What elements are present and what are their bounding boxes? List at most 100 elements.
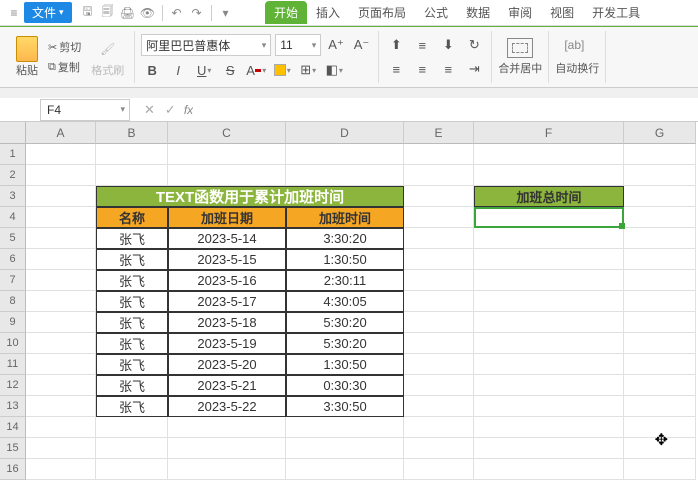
fx-icon[interactable]: fx: [184, 103, 193, 117]
cell[interactable]: 张飞: [96, 375, 168, 396]
cell[interactable]: [96, 417, 168, 438]
row-header[interactable]: 5: [0, 228, 26, 249]
row-header[interactable]: 6: [0, 249, 26, 270]
cell[interactable]: [624, 396, 696, 417]
cell[interactable]: [474, 207, 624, 228]
cell[interactable]: [474, 354, 624, 375]
cell[interactable]: [624, 249, 696, 270]
strike-button[interactable]: S: [219, 60, 241, 80]
cell[interactable]: [404, 228, 474, 249]
cell[interactable]: 名称: [96, 207, 168, 228]
cell[interactable]: [96, 459, 168, 480]
merge-center-icon[interactable]: [507, 38, 533, 58]
cell[interactable]: 5:30:20: [286, 312, 404, 333]
cell[interactable]: [624, 270, 696, 291]
cell[interactable]: [26, 396, 96, 417]
font-size-combo[interactable]: 11: [275, 34, 321, 56]
cell[interactable]: [624, 354, 696, 375]
align-middle-icon[interactable]: ≡: [411, 35, 433, 55]
cell[interactable]: 加班时间: [286, 207, 404, 228]
cell[interactable]: [624, 312, 696, 333]
col-header[interactable]: C: [168, 122, 286, 144]
align-left-icon[interactable]: ≡: [385, 59, 407, 79]
cut-button[interactable]: ✂剪切: [46, 38, 83, 56]
cell[interactable]: 2023-5-15: [168, 249, 286, 270]
align-right-icon[interactable]: ≡: [437, 59, 459, 79]
cell[interactable]: [404, 459, 474, 480]
row-header[interactable]: 10: [0, 333, 26, 354]
cell[interactable]: 加班总时间: [474, 186, 624, 207]
formula-input[interactable]: [193, 99, 698, 121]
cell[interactable]: [404, 312, 474, 333]
cell[interactable]: 2023-5-22: [168, 396, 286, 417]
cell[interactable]: [286, 417, 404, 438]
row-header[interactable]: 3: [0, 186, 26, 207]
font-color-button[interactable]: A: [245, 60, 267, 80]
row-header[interactable]: 7: [0, 270, 26, 291]
row-header[interactable]: 4: [0, 207, 26, 228]
cell[interactable]: 张飞: [96, 354, 168, 375]
cell[interactable]: 2023-5-19: [168, 333, 286, 354]
format-painter-label[interactable]: 格式刷: [91, 62, 124, 78]
cell[interactable]: 2023-5-20: [168, 354, 286, 375]
cell[interactable]: [474, 291, 624, 312]
italic-button[interactable]: I: [167, 60, 189, 80]
cell[interactable]: [96, 144, 168, 165]
cell[interactable]: 张飞: [96, 333, 168, 354]
row-header[interactable]: 9: [0, 312, 26, 333]
cell[interactable]: [404, 438, 474, 459]
cell[interactable]: [168, 459, 286, 480]
cell[interactable]: [26, 165, 96, 186]
border-button[interactable]: ⊞: [297, 60, 319, 80]
cell[interactable]: [474, 270, 624, 291]
row-header[interactable]: 1: [0, 144, 26, 165]
cell[interactable]: [26, 354, 96, 375]
orientation-icon[interactable]: ↻: [463, 35, 485, 55]
paste-icon[interactable]: [16, 36, 38, 62]
cell[interactable]: [624, 375, 696, 396]
cell[interactable]: [26, 291, 96, 312]
cell[interactable]: 2023-5-16: [168, 270, 286, 291]
row-header[interactable]: 15: [0, 438, 26, 459]
cell[interactable]: [404, 144, 474, 165]
cell[interactable]: [96, 438, 168, 459]
cell[interactable]: [474, 417, 624, 438]
cell[interactable]: [474, 459, 624, 480]
cell[interactable]: [624, 291, 696, 312]
cell[interactable]: [26, 312, 96, 333]
cell[interactable]: 3:30:20: [286, 228, 404, 249]
row-header[interactable]: 8: [0, 291, 26, 312]
col-header[interactable]: B: [96, 122, 168, 144]
spreadsheet-grid[interactable]: A B C D E F G 12345678910111213141516 TE…: [0, 122, 698, 480]
cell[interactable]: [474, 438, 624, 459]
cell[interactable]: 3:30:50: [286, 396, 404, 417]
tab-view[interactable]: 视图: [541, 1, 583, 24]
cell[interactable]: [404, 396, 474, 417]
row-header[interactable]: 12: [0, 375, 26, 396]
cell[interactable]: 5:30:20: [286, 333, 404, 354]
indent-icon[interactable]: ⇥: [463, 59, 485, 79]
cell[interactable]: 加班日期: [168, 207, 286, 228]
cancel-icon[interactable]: ✕: [144, 102, 155, 118]
cell[interactable]: [624, 333, 696, 354]
underline-button[interactable]: U: [193, 60, 215, 80]
cell[interactable]: 2:30:11: [286, 270, 404, 291]
tab-insert[interactable]: 插入: [307, 1, 349, 24]
cell[interactable]: [474, 333, 624, 354]
cell[interactable]: [474, 396, 624, 417]
decrease-font-icon[interactable]: A⁻: [351, 37, 373, 53]
cell[interactable]: 4:30:05: [286, 291, 404, 312]
cell[interactable]: [96, 165, 168, 186]
align-bottom-icon[interactable]: ⬇: [437, 35, 459, 55]
cell[interactable]: [26, 375, 96, 396]
cell[interactable]: [474, 312, 624, 333]
cell[interactable]: 张飞: [96, 270, 168, 291]
cell[interactable]: [474, 165, 624, 186]
cell[interactable]: [624, 165, 696, 186]
cell[interactable]: [26, 459, 96, 480]
cell[interactable]: TEXT函数用于累计加班时间: [96, 186, 404, 207]
cell[interactable]: 2023-5-17: [168, 291, 286, 312]
cell[interactable]: 1:30:50: [286, 354, 404, 375]
cell[interactable]: [404, 270, 474, 291]
cell[interactable]: [286, 438, 404, 459]
